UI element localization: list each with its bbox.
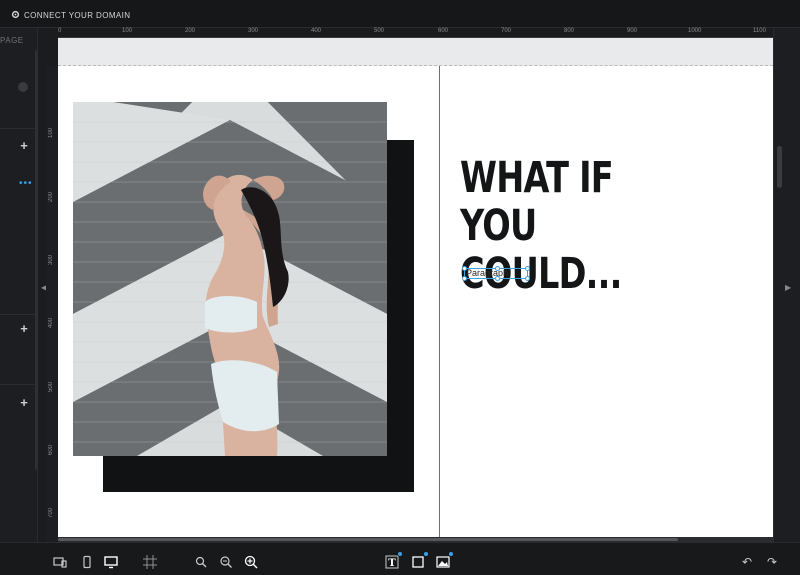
right-sidebar: ▶ (773, 28, 800, 542)
page-settings-icon[interactable] (18, 82, 28, 92)
plus-icon[interactable]: + (18, 322, 30, 335)
header-section[interactable] (58, 38, 773, 66)
resize-handle[interactable] (462, 276, 467, 281)
headline-line-1: WHAT IF YOU (460, 153, 614, 251)
ruler-tick-label: 600 (48, 445, 54, 456)
ruler-tick-label: 200 (185, 28, 196, 34)
add-badge (397, 551, 403, 557)
ruler-tick-label: 100 (48, 128, 54, 139)
undo-icon[interactable]: ↶ (740, 555, 754, 569)
redo-icon[interactable]: ↷ (765, 555, 779, 569)
sidebar-divider (0, 314, 38, 315)
paragraph-text-box[interactable]: Paragraph (462, 266, 530, 281)
resize-handle[interactable] (495, 266, 500, 271)
ruler-tick-label: 500 (48, 382, 54, 393)
ruler-tick-label: 300 (248, 28, 259, 34)
top-ruler: 0 100 200 300 400 500 600 700 800 900 10… (58, 28, 773, 38)
zoom-in-icon[interactable] (244, 555, 258, 569)
grid-icon[interactable] (143, 555, 157, 569)
column-divider (439, 66, 440, 542)
left-sidebar: PAGE + ••• + + (0, 28, 38, 542)
resize-handle[interactable] (525, 266, 530, 271)
resize-handle[interactable] (525, 276, 530, 281)
zoom-out-icon[interactable] (194, 555, 208, 569)
ellipsis-icon[interactable]: ••• (19, 179, 32, 189)
hero-image[interactable] (73, 102, 387, 456)
add-shape-icon[interactable] (411, 551, 429, 569)
ruler-tick-label: 300 (48, 255, 54, 266)
website-editor: CONNECT YOUR DOMAIN PAGE + ••• + + ◀ 0 1… (0, 0, 800, 575)
top-bar: CONNECT YOUR DOMAIN (0, 0, 800, 28)
zoom-reset-icon[interactable] (219, 555, 233, 569)
bottom-toolbar: T ↶ ↷ (0, 542, 800, 575)
sidebar-divider (0, 384, 38, 385)
ruler-tick-label: 1000 (688, 28, 702, 34)
page-label: PAGE (0, 36, 24, 45)
ruler-tick-label: 1100 (753, 28, 766, 34)
add-badge (448, 551, 454, 557)
add-text-icon[interactable]: T (385, 551, 403, 569)
svg-text:T: T (388, 558, 396, 569)
ruler-tick-label: 200 (48, 192, 54, 203)
collapse-right-icon[interactable]: ▶ (785, 283, 791, 292)
plus-icon[interactable]: + (18, 139, 30, 152)
add-badge (423, 551, 429, 557)
sidebar-divider (0, 128, 38, 129)
paragraph-text[interactable]: Paragraph (466, 268, 508, 278)
mobile-icon[interactable] (80, 555, 94, 569)
left-ruler: 100 200 300 400 500 600 700 (46, 66, 58, 542)
editor-canvas[interactable]: WHAT IF YOU COULD... Paragraph (58, 38, 773, 542)
ruler-tick-label: 700 (501, 28, 512, 34)
gear-icon (11, 10, 20, 21)
desktop-icon[interactable] (104, 555, 118, 569)
plus-icon[interactable]: + (18, 396, 30, 409)
add-image-icon[interactable] (436, 551, 454, 569)
photo-illustration (73, 102, 387, 456)
resize-handle[interactable] (462, 266, 467, 271)
ruler-tick-label: 0 (58, 28, 62, 34)
ruler-tick-label: 800 (564, 28, 575, 34)
resize-handle[interactable] (495, 276, 500, 281)
ruler-tick-label: 600 (438, 28, 449, 34)
ruler-tick-label: 700 (48, 508, 54, 519)
sidebar-scrollbar[interactable] (35, 50, 38, 470)
desktop-tablet-icon[interactable] (53, 555, 67, 569)
vertical-scrollbar-thumb[interactable] (777, 146, 782, 188)
connect-domain-label: CONNECT YOUR DOMAIN (24, 10, 131, 20)
ruler-tick-label: 400 (311, 28, 322, 34)
ruler-tick-label: 500 (374, 28, 385, 34)
ruler-tick-label: 900 (627, 28, 638, 34)
horizontal-scrollbar-thumb[interactable] (58, 538, 678, 541)
page-section[interactable]: WHAT IF YOU COULD... Paragraph (58, 66, 773, 542)
connect-domain-button[interactable]: CONNECT YOUR DOMAIN (11, 9, 130, 21)
ruler-tick-label: 100 (122, 28, 133, 34)
ruler-tick-label: 400 (48, 318, 54, 329)
